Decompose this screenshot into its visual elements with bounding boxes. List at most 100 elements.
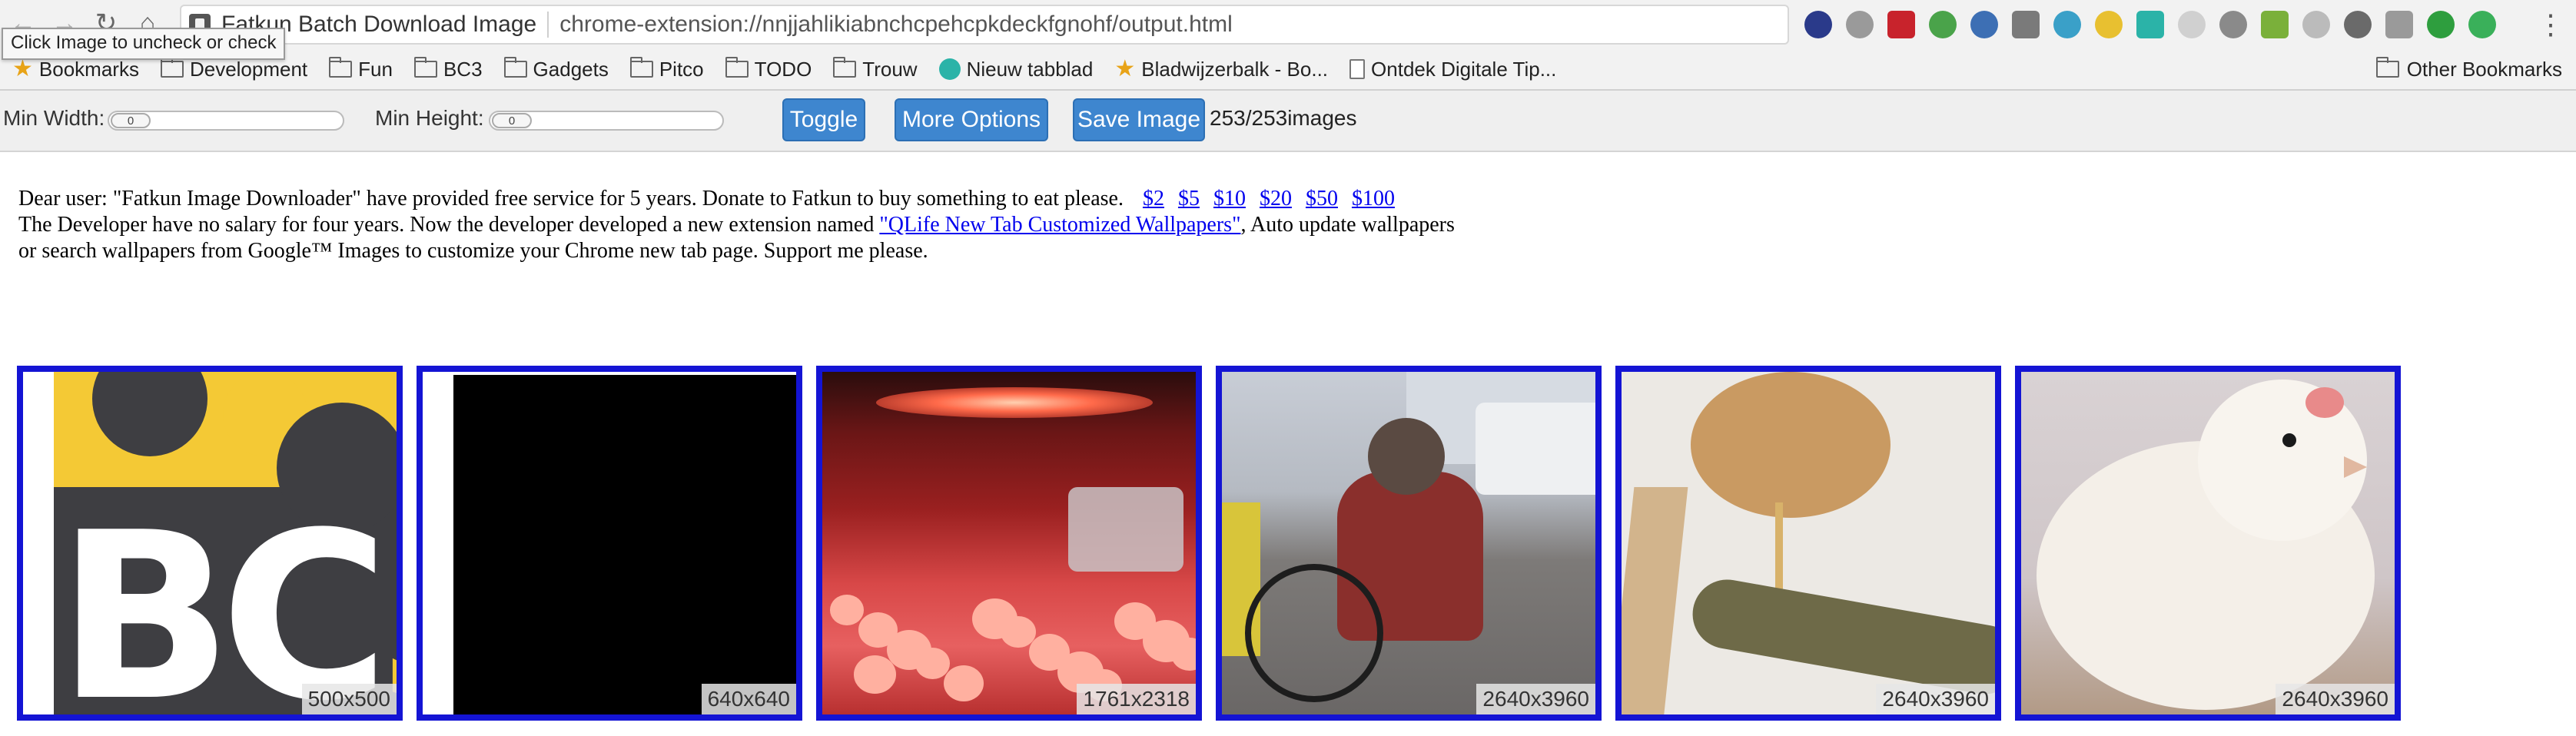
bookmark-item[interactable]: TODO [725, 57, 812, 81]
qlife-extension-link[interactable]: "QLife New Tab Customized Wallpapers" [879, 213, 1240, 237]
ext-camera-icon[interactable] [2344, 11, 2372, 38]
donate-link[interactable]: $10 [1213, 187, 1246, 211]
bookmark-item[interactable]: Fun [329, 57, 393, 81]
extension-icons [1804, 9, 2496, 40]
image-card-cyclist[interactable]: 2640x3960 [1216, 366, 1602, 721]
ext-print-icon[interactable] [2261, 11, 2289, 38]
tooltip: Click Image to uncheck or check [2, 28, 286, 60]
globe-icon [938, 58, 961, 80]
chicks-heat-lamp-image [822, 372, 1196, 714]
donation-line: Dear user: "Fatkun Image Downloader" hav… [18, 186, 1479, 212]
bookmark-label: BC3 [443, 57, 483, 81]
donate-link[interactable]: $20 [1260, 187, 1292, 211]
developer-text: The Developer have no salary for four ye… [18, 213, 880, 237]
bookmark-item[interactable]: Nieuw tabblad [938, 57, 1094, 81]
cyclist-image [1222, 372, 1595, 714]
ext-eyedropper-icon[interactable] [1970, 11, 1998, 38]
bookmark-item[interactable]: Trouw [833, 57, 918, 81]
omnibox-divider [547, 12, 549, 38]
donate-link[interactable]: $2 [1143, 187, 1164, 211]
donate-link[interactable]: $100 [1352, 187, 1395, 211]
min-width-label: Min Width: [3, 106, 105, 130]
min-height-slider[interactable]: 0 [489, 111, 724, 131]
bookmark-item[interactable]: Ontdek Digitale Tip... [1349, 58, 1556, 81]
donation-text: Dear user: "Fatkun Image Downloader" hav… [18, 187, 1124, 211]
image-dimensions: 1761x2318 [1077, 684, 1196, 714]
image-grid: BC3 500x500 640x640 1761x2318 2640x3960 [17, 366, 2401, 721]
folder-icon [503, 57, 527, 78]
bookmark-label: Bladwijzerbalk - Bo... [1141, 57, 1329, 81]
image-dimensions: 2640x3960 [1876, 684, 1995, 714]
chick-shape [944, 665, 984, 701]
bookmark-item[interactable]: ★ Bookmarks [12, 58, 139, 81]
bookmark-item[interactable]: Pitco [629, 57, 704, 81]
bookmark-label: Development [189, 57, 308, 81]
ext-shield-icon[interactable] [1804, 11, 1832, 38]
fatkun-toolbar: Min Width: 0 Min Height: 0 Toggle More O… [0, 91, 2576, 152]
ext-pushbullet-icon[interactable] [1929, 11, 1957, 38]
bookmark-label: TODO [754, 57, 812, 81]
ext-check-icon[interactable] [2468, 11, 2496, 38]
bookmark-item[interactable]: Development [160, 57, 308, 81]
bookmark-label: Trouw [862, 57, 918, 81]
url-text: chrome-extension://nnjjahlikiabnchcpehcp… [559, 12, 1233, 37]
donate-link[interactable]: $5 [1178, 187, 1200, 211]
chick-shape [1171, 638, 1196, 671]
bookmark-label: Bookmarks [38, 57, 139, 81]
other-bookmarks[interactable]: Other Bookmarks [2375, 54, 2562, 85]
ext-teal-icon[interactable] [2136, 11, 2164, 38]
address-bar[interactable]: Fatkun Batch Download Image chrome-exten… [180, 5, 1789, 45]
bookmark-label: Nieuw tabblad [966, 57, 1094, 81]
bc3-logo-image: BC3 [23, 372, 397, 714]
bookmarks-bar: ★ Bookmarks Development Fun BC3 Gadgets Pitco T… [0, 48, 2576, 91]
page-icon [1349, 59, 1366, 79]
donation-notice: Dear user: "Fatkun Image Downloader" hav… [18, 186, 1479, 264]
donation-links: $2 $5 $10 $20 $50 $100 [1129, 187, 1395, 211]
image-count: 253/253images [1210, 106, 1357, 130]
folder-icon [329, 57, 353, 78]
image-dimensions: 2640x3960 [1476, 684, 1595, 714]
folder-icon [160, 57, 184, 78]
image-card-chicks-heat-lamp[interactable]: 1761x2318 [816, 366, 1202, 721]
developer-line: The Developer have no salary for four ye… [18, 212, 1463, 264]
image-dimensions: 500x500 [301, 684, 397, 714]
bookmark-item[interactable]: Gadgets [503, 57, 609, 81]
image-card-white-chick[interactable]: 2640x3960 [2015, 366, 2401, 721]
bookmark-label: Fun [358, 57, 393, 81]
image-card-bc3-logo[interactable]: BC3 500x500 [17, 366, 403, 721]
more-options-button[interactable]: More Options [895, 98, 1048, 141]
image-card-chicken-perch[interactable]: 2640x3960 [1615, 366, 2001, 721]
min-width-slider[interactable]: 0 [108, 111, 344, 131]
min-width-slider-thumb[interactable]: 0 [111, 113, 151, 128]
browser-toolbar: ← → ↻ ⌂ Fatkun Batch Download Image chro… [0, 0, 2576, 48]
star-icon: ★ [12, 56, 33, 81]
bookmark-label: Gadgets [533, 57, 609, 81]
image-dimensions: 640x640 [701, 684, 796, 714]
ext-image-icon[interactable] [2219, 11, 2247, 38]
image-card-black[interactable]: 640x640 [417, 366, 802, 721]
ext-js-icon[interactable] [2302, 11, 2330, 38]
ext-yellow-icon[interactable] [2095, 11, 2123, 38]
other-bookmarks-label: Other Bookmarks [2406, 57, 2562, 81]
toggle-button[interactable]: Toggle [782, 98, 865, 141]
chrome-menu-icon[interactable]: ⋮ [2537, 8, 2564, 40]
folder-icon [413, 57, 437, 78]
ext-star-icon[interactable] [2012, 11, 2040, 38]
ext-pinterest-icon[interactable] [1887, 11, 1915, 38]
min-height-label: Min Height: [375, 106, 484, 130]
donate-link[interactable]: $50 [1306, 187, 1338, 211]
ext-page-icon[interactable] [2178, 11, 2206, 38]
ext-vuejs-icon[interactable] [2385, 11, 2413, 38]
black-image [423, 372, 796, 714]
ext-stack-icon[interactable] [2053, 11, 2081, 38]
ext-speech-icon[interactable] [1846, 11, 1874, 38]
min-height-slider-thumb[interactable]: 0 [492, 113, 532, 128]
ext-evernote-icon[interactable] [2427, 11, 2455, 38]
bookmark-item[interactable]: BC3 [413, 57, 483, 81]
star-icon: ★ [1114, 56, 1136, 81]
folder-icon [725, 57, 749, 78]
save-image-button[interactable]: Save Image [1073, 98, 1205, 141]
chick-shape [830, 595, 864, 625]
bookmark-item[interactable]: ★ Bladwijzerbalk - Bo... [1114, 58, 1328, 81]
chick-shape [854, 655, 896, 694]
